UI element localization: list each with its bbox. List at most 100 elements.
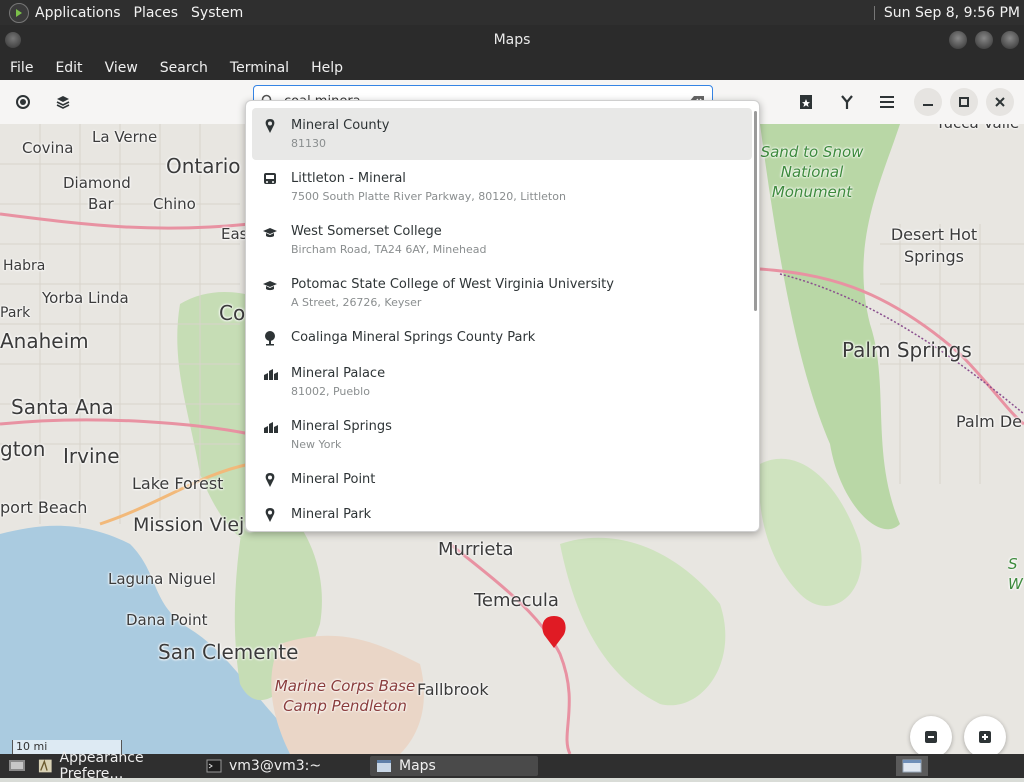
place-label: port Beach — [0, 498, 88, 517]
place-label: S W — [1008, 555, 1023, 593]
menu-edit[interactable]: Edit — [45, 60, 94, 76]
appearance-icon — [38, 759, 52, 773]
place-label: Mission Viejo — [133, 514, 256, 536]
layers-icon[interactable] — [49, 88, 77, 116]
place-label: Habra — [3, 258, 46, 274]
place-label: La Verne — [92, 128, 158, 146]
place-label: Palm De — [956, 412, 1023, 431]
clock[interactable]: Sun Sep 8, 9:56 PM — [884, 5, 1020, 21]
place-label: Temecula — [474, 590, 559, 611]
applications-menu[interactable]: Applications — [35, 5, 121, 21]
search-result-item[interactable]: Coalinga Mineral Springs County Park — [252, 320, 752, 355]
school-icon — [263, 277, 277, 297]
place-label: gton — [0, 437, 46, 461]
maximize-icon[interactable] — [950, 88, 978, 116]
task-label: Maps — [399, 758, 436, 774]
place-label: Diamond — [63, 174, 131, 192]
window-menu-button[interactable] — [5, 32, 21, 48]
result-name: Littleton - Mineral — [291, 171, 406, 186]
maps-icon — [377, 760, 391, 772]
place-label: Sand to Snow National Monument — [760, 143, 864, 201]
task-label: vm3@vm3:~ — [229, 758, 322, 774]
clock-area[interactable]: Sun Sep 8, 9:56 PM — [868, 0, 1024, 25]
result-name: Mineral County — [291, 118, 390, 133]
zoom-out-button[interactable] — [910, 716, 952, 758]
place-label: Yorba Linda — [42, 289, 129, 307]
task-appearance[interactable]: Appearance Prefere… — [38, 750, 198, 782]
result-name: Mineral Park — [291, 507, 372, 522]
menu-file[interactable]: File — [0, 60, 45, 76]
place-label: Dana Point — [126, 611, 208, 629]
zoom-in-button[interactable] — [964, 716, 1006, 758]
menu-search[interactable]: Search — [150, 60, 220, 76]
building-icon — [263, 366, 279, 386]
result-detail: 81002, Pueblo — [291, 385, 370, 398]
place-label: Park — [0, 305, 31, 321]
top-panel: Applications Places System Sun Sep 8, 9:… — [0, 0, 1024, 25]
distro-logo-icon[interactable] — [9, 2, 29, 23]
panel-separator — [873, 5, 875, 20]
system-menu[interactable]: System — [191, 5, 243, 21]
menu-terminal[interactable]: Terminal — [220, 60, 301, 76]
desktop-icon — [9, 760, 25, 771]
school-icon — [263, 224, 277, 244]
search-result-item[interactable]: Mineral Point — [252, 462, 752, 497]
minimize-icon[interactable] — [914, 88, 942, 116]
favorites-icon[interactable] — [792, 88, 820, 116]
place-label: Chino — [153, 195, 196, 213]
workspace-switcher[interactable] — [896, 756, 928, 776]
search-result-item[interactable]: Mineral Springs New York — [252, 409, 752, 461]
result-detail: New York — [291, 438, 342, 451]
scale-label: 10 mi — [16, 740, 48, 753]
pin-icon — [263, 472, 277, 492]
search-result-item[interactable]: Potomac State College of West Virginia U… — [252, 267, 752, 319]
menu-help[interactable]: Help — [301, 60, 355, 76]
window-titlebar[interactable]: Maps — [0, 25, 1024, 56]
route-icon[interactable] — [833, 88, 861, 116]
search-result-item[interactable]: Littleton - Mineral 7500 South Platte Ri… — [252, 161, 752, 213]
menu-icon[interactable] — [873, 88, 901, 116]
search-result-item[interactable]: Mineral Palace 81002, Pueblo — [252, 356, 752, 408]
search-result-item[interactable]: West Somerset College Bircham Road, TA24… — [252, 214, 752, 266]
window-close-button[interactable] — [1001, 31, 1019, 49]
place-label: Murrieta — [438, 539, 514, 560]
result-name: Mineral Palace — [291, 366, 386, 381]
place-label: Marine Corps Base Camp Pendleton — [274, 677, 416, 715]
bus-icon — [263, 171, 277, 191]
search-result-item[interactable]: Mineral Park — [252, 497, 752, 531]
places-menu[interactable]: Places — [134, 5, 179, 21]
task-maps[interactable]: Maps — [370, 756, 538, 776]
place-label: Lake Forest — [132, 474, 224, 493]
result-name: West Somerset College — [291, 224, 442, 239]
place-label: Irvine — [63, 444, 120, 468]
place-label: Co — [219, 301, 246, 325]
close-icon[interactable] — [986, 88, 1014, 116]
results-scrollbar[interactable] — [754, 111, 757, 311]
task-terminal[interactable]: vm3@vm3:~ — [206, 756, 366, 776]
location-icon[interactable] — [9, 88, 37, 116]
zoom-out-icon — [925, 731, 937, 743]
place-label: Laguna Niguel — [108, 570, 216, 588]
place-label: Palm Springs — [842, 338, 972, 362]
search-result-item[interactable]: Mineral County 81130 — [252, 108, 752, 160]
window-minimize-button[interactable] — [949, 31, 967, 49]
show-desktop-button[interactable] — [8, 756, 30, 776]
menu-view[interactable]: View — [95, 60, 150, 76]
result-name: Coalinga Mineral Springs County Park — [291, 330, 536, 345]
place-label: San Clemente — [158, 640, 299, 664]
terminal-icon — [206, 759, 222, 773]
result-name: Mineral Springs — [291, 419, 392, 434]
result-name: Mineral Point — [291, 472, 376, 487]
place-label: Eas — [221, 225, 248, 243]
place-label: Fallbrook — [417, 680, 489, 699]
result-detail: 81130 — [291, 137, 326, 150]
place-label: Santa Ana — [11, 395, 114, 419]
window-maximize-button[interactable] — [975, 31, 993, 49]
zoom-in-icon — [979, 731, 991, 743]
task-label: Appearance Prefere… — [59, 750, 144, 782]
result-detail: 7500 South Platte River Parkway, 80120, … — [291, 190, 566, 203]
place-label: Ontario — [166, 154, 241, 178]
search-results-popover: Mineral County 81130 Littleton - Mineral… — [245, 100, 760, 532]
result-detail: Bircham Road, TA24 6AY, Minehead — [291, 243, 487, 256]
building-icon — [263, 419, 279, 439]
